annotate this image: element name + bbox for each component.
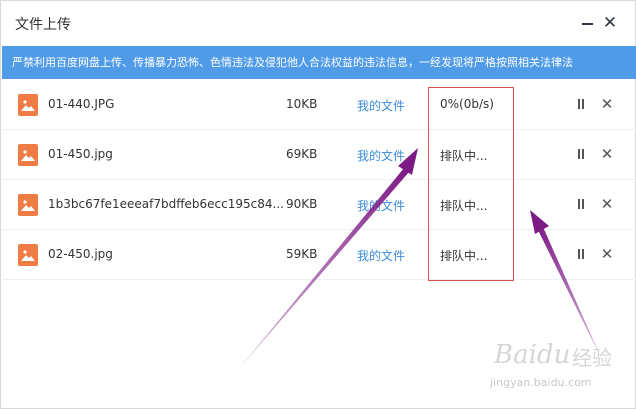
watermark-brand: Baidu — [494, 340, 571, 370]
watermark-url: jingyan.baidu.com — [490, 376, 592, 389]
baidu-jingyan-watermark: Baidu 经验 jingyan.baidu.com — [490, 338, 630, 398]
arrow-left — [238, 148, 418, 370]
watermark-brand-cn: 经验 — [572, 346, 612, 370]
